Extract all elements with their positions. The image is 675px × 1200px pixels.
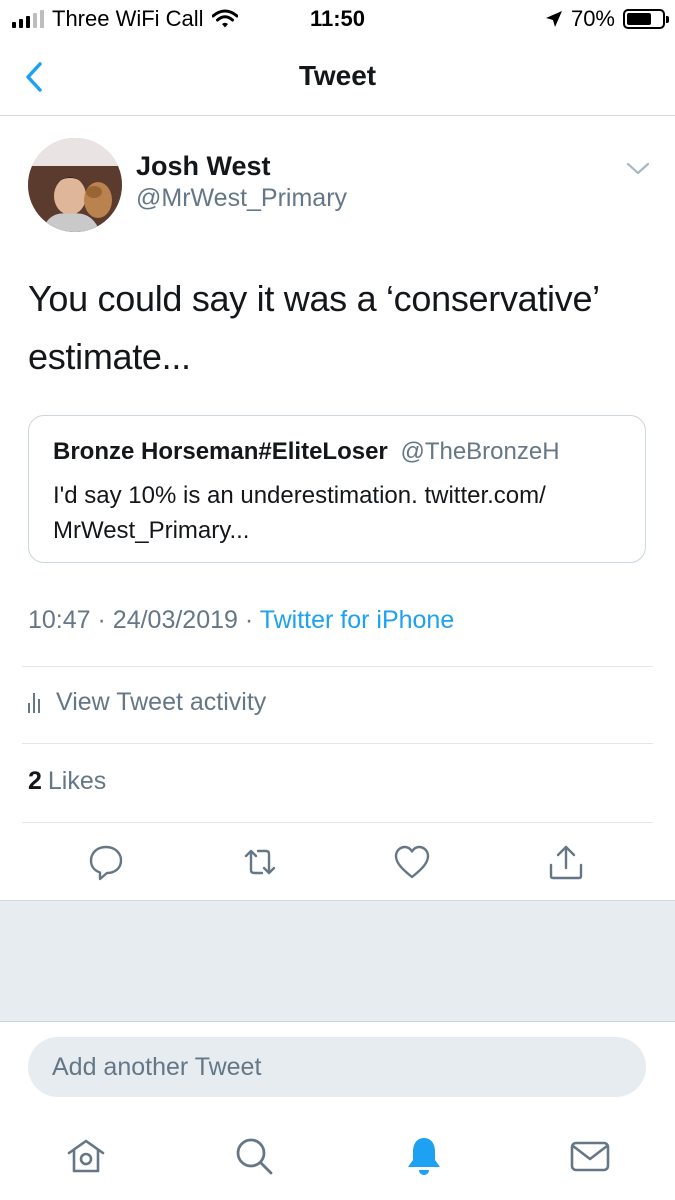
replies-area (0, 900, 675, 1022)
navigation-bar: Tweet (0, 38, 675, 116)
share-icon[interactable] (546, 842, 586, 882)
avatar-photo (28, 138, 122, 232)
meta-separator: · (244, 606, 254, 634)
quoted-author-handle: @TheBronzeH (400, 438, 560, 465)
tweet-meta: 10:47 · 24/03/2019 · Twitter for iPhone (28, 606, 454, 635)
search-icon[interactable] (232, 1134, 276, 1178)
tweet-source-link[interactable]: Twitter for iPhone (260, 606, 455, 634)
quoted-tweet-card[interactable]: Bronze Horseman#EliteLoser @TheBronzeH I… (28, 415, 646, 563)
reply-icon[interactable] (86, 842, 126, 882)
divider (22, 822, 653, 823)
tweet-time: 10:47 (28, 606, 91, 634)
compose-placeholder: Add another Tweet (52, 1053, 262, 1081)
activity-label: View Tweet activity (56, 688, 267, 716)
notifications-icon[interactable] (402, 1134, 446, 1178)
view-tweet-activity-button[interactable]: View Tweet activity (28, 688, 266, 717)
activity-chart-icon (28, 692, 40, 713)
status-right: 70% (545, 6, 669, 32)
battery-icon (623, 9, 669, 29)
page-title: Tweet (298, 60, 377, 91)
quoted-tweet-header: Bronze Horseman#EliteLoser @TheBronzeH (53, 438, 560, 466)
divider (22, 743, 653, 744)
status-bar: Three WiFi Call 11:50 70% (0, 0, 675, 38)
add-another-tweet-input[interactable]: Add another Tweet (28, 1037, 646, 1097)
messages-icon[interactable] (568, 1134, 612, 1178)
likes-count: 2 (28, 767, 42, 795)
heart-icon[interactable] (392, 842, 432, 882)
author-name[interactable]: Josh West (136, 151, 271, 182)
chevron-down-icon[interactable] (624, 158, 652, 180)
tweet-text: You could say it was a ‘conservative’ es… (28, 278, 599, 377)
quoted-tweet-text: I'd say 10% is an underestimation. twitt… (53, 482, 546, 544)
likes-summary[interactable]: 2 Likes (28, 767, 106, 796)
battery-percent: 70% (570, 6, 615, 31)
tweet-date: 24/03/2019 (112, 606, 238, 634)
avatar[interactable] (28, 138, 122, 232)
meta-separator: · (97, 606, 106, 634)
author-handle[interactable]: @MrWest_Primary (136, 184, 347, 213)
divider (22, 666, 653, 667)
retweet-icon[interactable] (240, 842, 280, 882)
quoted-author-name: Bronze Horseman#EliteLoser (53, 438, 388, 465)
likes-label: Likes (47, 767, 107, 795)
home-icon[interactable] (64, 1134, 108, 1178)
location-arrow-icon (545, 11, 562, 27)
